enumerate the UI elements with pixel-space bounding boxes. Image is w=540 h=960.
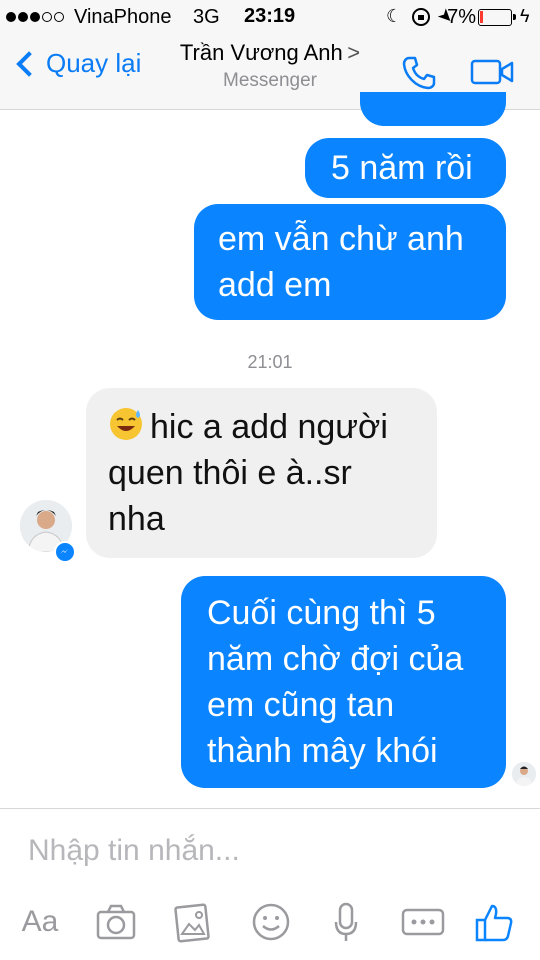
message-line: nha bbox=[108, 500, 165, 538]
contact-subtitle: Messenger bbox=[223, 70, 317, 91]
status-time: 23:19 bbox=[244, 5, 296, 27]
video-call-icon[interactable] bbox=[470, 56, 514, 88]
message-input[interactable]: Nhập tin nhắn... bbox=[28, 834, 240, 868]
message-line: add em bbox=[218, 266, 332, 304]
message-bubble-outgoing[interactable]: 5 năm rồi bbox=[305, 138, 506, 198]
emoji-icon[interactable] bbox=[249, 900, 293, 944]
messenger-badge-icon bbox=[54, 541, 76, 563]
chevron-right-icon: > bbox=[347, 40, 361, 65]
message-line: thành mây khói bbox=[207, 732, 438, 770]
more-icon[interactable] bbox=[401, 900, 445, 944]
message-line: năm chờ đợi của bbox=[207, 640, 464, 678]
phone-call-icon[interactable] bbox=[400, 54, 438, 92]
message-line: Cuối cùng thì 5 bbox=[207, 594, 436, 632]
message-text: 5 năm rồi bbox=[331, 149, 473, 187]
like-icon[interactable] bbox=[474, 900, 516, 944]
back-label: Quay lại bbox=[46, 48, 142, 78]
gallery-icon[interactable] bbox=[173, 900, 213, 944]
battery-icon bbox=[478, 9, 516, 26]
message-line: quen thôi e à..sr bbox=[108, 454, 352, 492]
status-bar: VinaPhone 3G 23:19 ☾ ➤ 7% ϟ bbox=[0, 0, 540, 34]
back-button[interactable]: Quay lại bbox=[12, 48, 141, 79]
signal-strength-icon bbox=[6, 12, 64, 22]
person-avatar-icon bbox=[512, 762, 536, 786]
message-line: hic a add người bbox=[150, 408, 388, 446]
microphone-icon[interactable] bbox=[332, 900, 360, 944]
sweat-smile-emoji bbox=[110, 408, 142, 440]
battery-percent: 7% bbox=[447, 6, 476, 28]
text-style-button[interactable]: Aa bbox=[16, 900, 64, 944]
camera-icon[interactable] bbox=[94, 900, 138, 944]
message-line: em vẫn chừ anh bbox=[218, 220, 464, 258]
message-line: em cũng tan bbox=[207, 686, 395, 724]
seen-receipt-avatar bbox=[512, 762, 536, 786]
carrier-name: VinaPhone bbox=[74, 6, 172, 28]
message-bubble-outgoing-partial[interactable] bbox=[360, 92, 506, 126]
message-bubble-outgoing[interactable]: em vẫn chừ anh add em bbox=[194, 204, 506, 320]
charging-icon: ϟ bbox=[520, 6, 530, 26]
contact-info[interactable]: Trần Vương Anh > Messenger bbox=[150, 40, 390, 92]
contact-name: Trần Vương Anh bbox=[179, 40, 343, 65]
composer-divider bbox=[0, 808, 540, 809]
network-type: 3G bbox=[193, 6, 220, 28]
message-bubble-outgoing[interactable]: Cuối cùng thì 5 năm chờ đợi của em cũng … bbox=[181, 576, 506, 788]
do-not-disturb-icon: ☾ bbox=[386, 6, 403, 26]
message-bubble-incoming[interactable]: hic a add người quen thôi e à..sr nha bbox=[86, 388, 437, 558]
chevron-left-icon bbox=[16, 50, 42, 77]
message-timestamp: 21:01 bbox=[247, 352, 293, 372]
rotation-lock-icon bbox=[412, 8, 430, 26]
